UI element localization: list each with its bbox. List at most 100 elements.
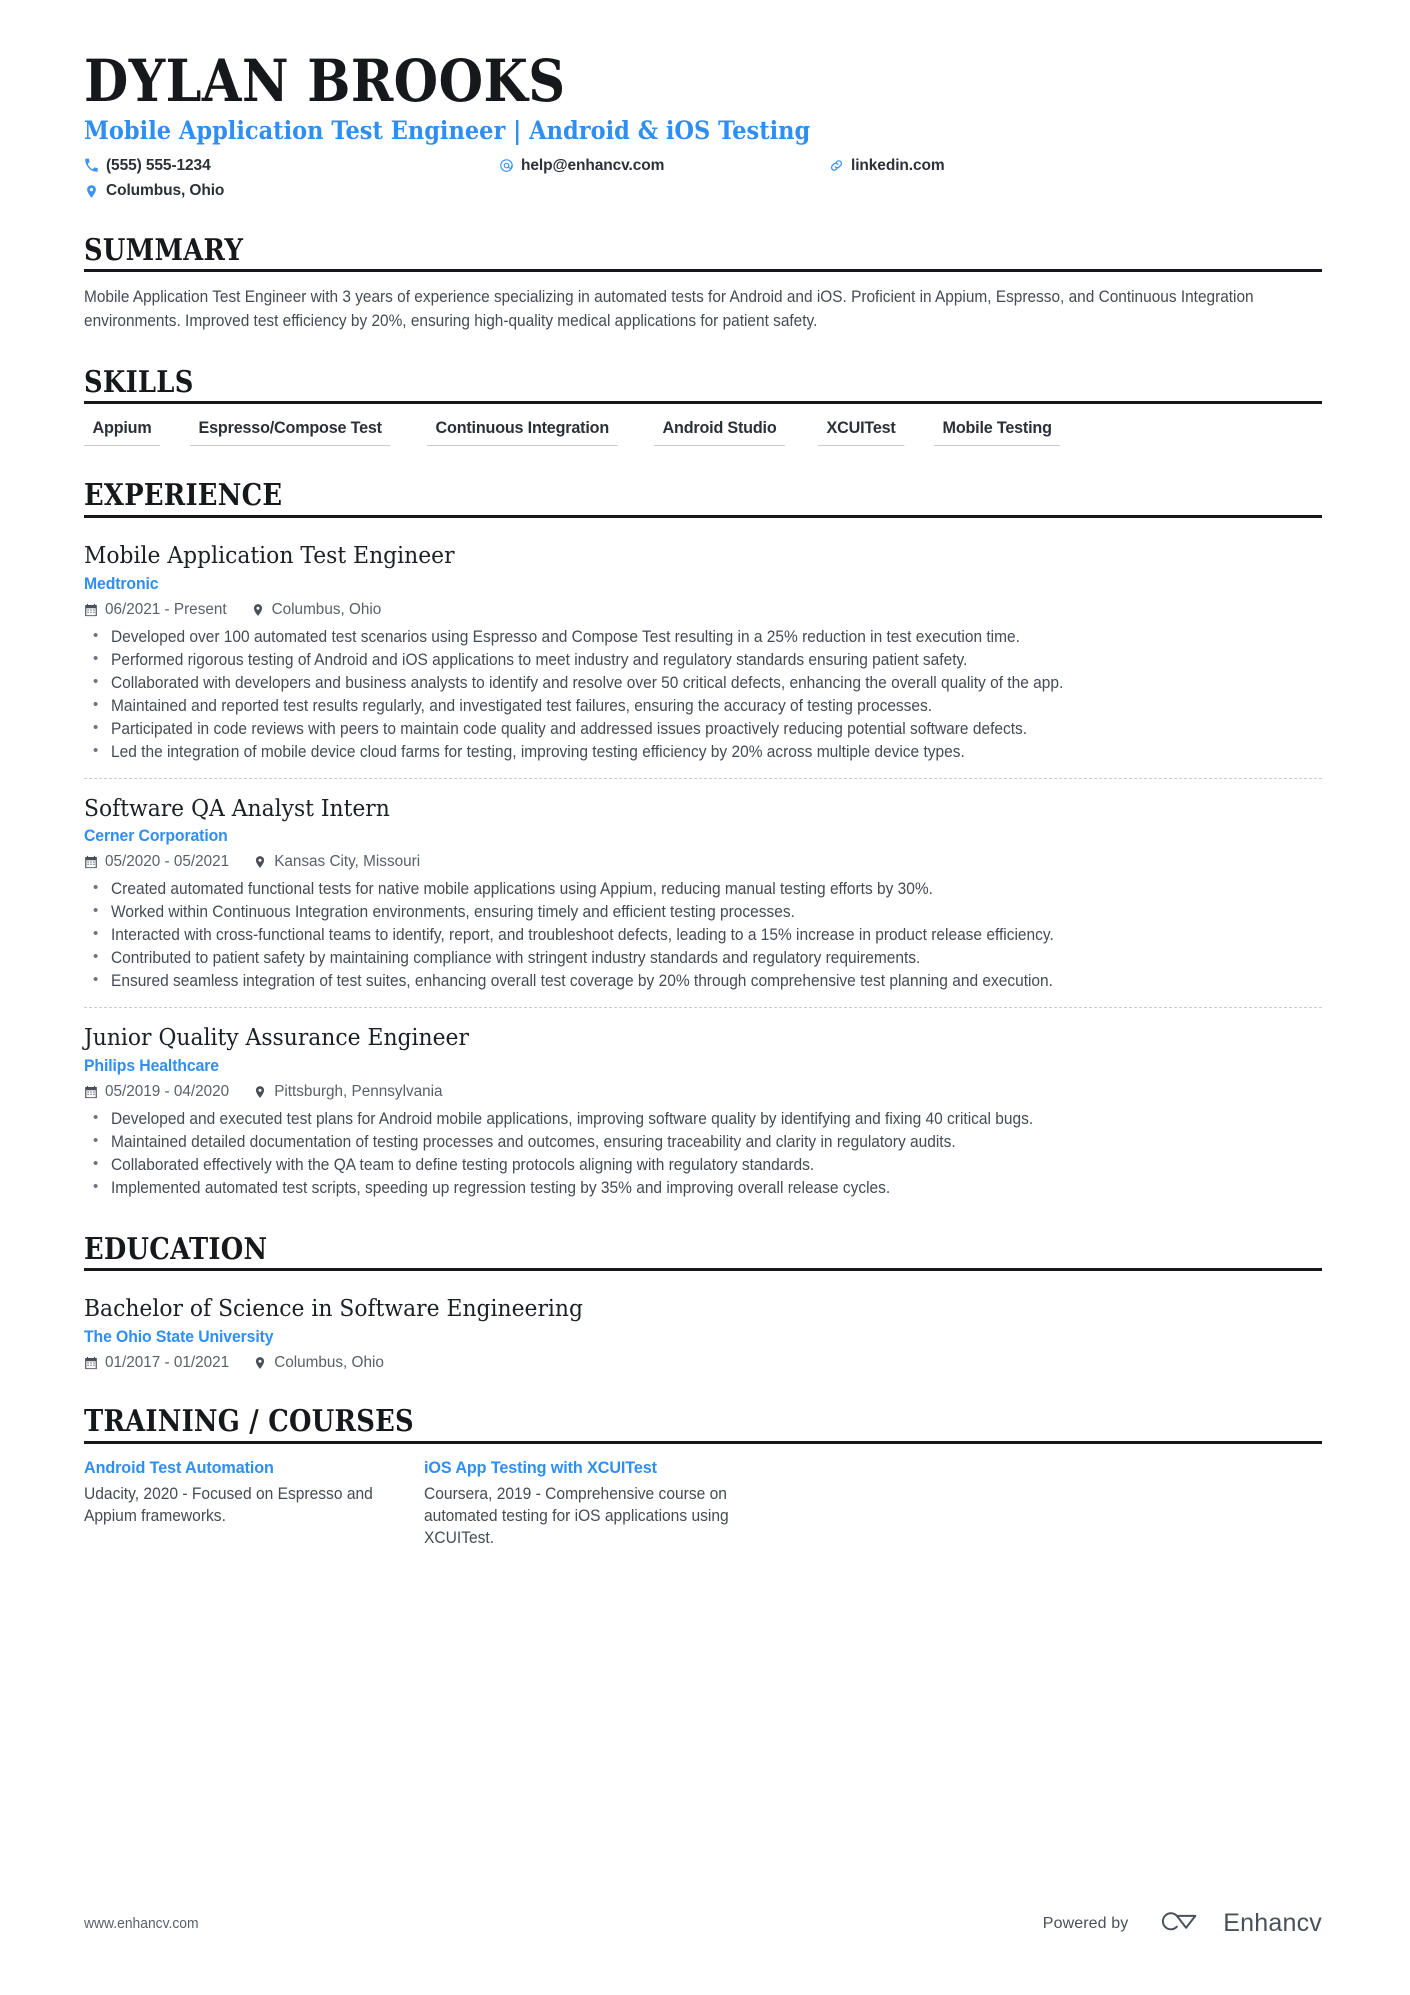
contact-list: (555) 555-1234 help@enhancv.com linkedin… bbox=[84, 157, 1044, 201]
job-location: Columbus, Ohio bbox=[251, 600, 382, 619]
training-item-description: Udacity, 2020 - Focused on Espresso and … bbox=[84, 1484, 373, 1525]
bullet-text: Implemented automated test scripts, spee… bbox=[111, 1178, 891, 1197]
bullet-text: Participated in code reviews with peers … bbox=[111, 719, 1028, 738]
company-name: Philips Healthcare bbox=[84, 1055, 219, 1075]
skill-tag: Android Studio bbox=[653, 418, 785, 447]
candidate-name: DYLAN BROOKS bbox=[84, 47, 566, 115]
location-icon bbox=[253, 1085, 267, 1099]
page-footer: www.enhancv.com Powered by Enhancv bbox=[84, 1906, 1322, 1941]
education-heading: EDUCATION bbox=[84, 1231, 268, 1267]
email-icon bbox=[499, 158, 514, 173]
phone-icon bbox=[84, 158, 99, 173]
bullet-text: Contributed to patient safety by maintai… bbox=[111, 949, 921, 968]
skill-tag: XCUITest bbox=[817, 418, 904, 447]
job-dates: 05/2020 - 05/2021 bbox=[84, 853, 229, 871]
link-icon bbox=[829, 158, 844, 173]
job-location: Pittsburgh, Pennsylvania bbox=[253, 1082, 443, 1101]
job-title: Junior Quality Assurance Engineer bbox=[84, 1023, 469, 1052]
section-training: TRAINING / COURSES Android Test Automati… bbox=[84, 1406, 1322, 1549]
skills-heading: SKILLS bbox=[84, 364, 194, 400]
enhancv-logo: Enhancv bbox=[1154, 1906, 1322, 1941]
bullet-item: Interacted with cross-functional teams t… bbox=[84, 924, 1322, 947]
bullet-text: Ensured seamless integration of test sui… bbox=[111, 972, 1053, 991]
skill-tag: Continuous Integration bbox=[427, 418, 618, 447]
resume-page: DYLAN BROOKS Mobile Application Test Eng… bbox=[0, 0, 1410, 1995]
bullet-text: Created automated functional tests for n… bbox=[111, 880, 933, 899]
powered-by-label: Powered by bbox=[1042, 1914, 1129, 1932]
location-icon bbox=[251, 603, 265, 617]
contact-email[interactable]: help@enhancv.com bbox=[499, 157, 829, 176]
experience-entry: Mobile Application Test Engineer Medtron… bbox=[84, 532, 1322, 764]
footer-website[interactable]: www.enhancv.com bbox=[84, 1916, 199, 1932]
bullet-text: Performed rigorous testing of Android an… bbox=[111, 650, 968, 669]
bullet-text: Worked within Continuous Integration env… bbox=[111, 903, 795, 922]
education-dates-text: 01/2017 - 01/2021 bbox=[105, 1354, 230, 1372]
bullet-item: Contributed to patient safety by maintai… bbox=[84, 947, 1322, 970]
education-location-text: Columbus, Ohio bbox=[274, 1354, 384, 1372]
location-icon bbox=[253, 855, 267, 869]
job-bullets: Developed over 100 automated test scenar… bbox=[84, 626, 1322, 764]
job-dates-text: 05/2019 - 04/2020 bbox=[105, 1082, 230, 1100]
location-icon bbox=[253, 1356, 267, 1370]
bullet-text: Maintained and reported test results reg… bbox=[111, 696, 933, 715]
bullet-item: Led the integration of mobile device clo… bbox=[84, 741, 1322, 764]
training-heading: TRAINING / COURSES bbox=[84, 1404, 414, 1440]
resume-content: DYLAN BROOKS Mobile Application Test Eng… bbox=[0, 0, 1410, 1550]
training-item: Android Test Automation Udacity, 2020 - … bbox=[84, 1458, 424, 1550]
training-item-title: iOS App Testing with XCUITest bbox=[424, 1457, 657, 1477]
candidate-headline: Mobile Application Test Engineer | Andro… bbox=[84, 116, 811, 146]
experience-entry: Junior Quality Assurance Engineer Philip… bbox=[84, 1007, 1322, 1200]
contact-linkedin[interactable]: linkedin.com bbox=[829, 157, 1044, 176]
bullet-text: Collaborated with developers and busines… bbox=[111, 673, 1064, 692]
education-dates: 01/2017 - 01/2021 bbox=[84, 1354, 229, 1372]
school-name: The Ohio State University bbox=[84, 1327, 274, 1347]
training-item-description: Coursera, 2019 - Comprehensive course on… bbox=[424, 1484, 729, 1547]
education-location: Columbus, Ohio bbox=[253, 1354, 384, 1372]
experience-heading: EXPERIENCE bbox=[84, 478, 283, 514]
bullet-item: Maintained detailed documentation of tes… bbox=[84, 1131, 1322, 1154]
company-name: Cerner Corporation bbox=[84, 826, 228, 846]
job-location-text: Columbus, Ohio bbox=[271, 600, 382, 618]
contact-phone[interactable]: (555) 555-1234 bbox=[84, 157, 499, 176]
education-meta: 01/2017 - 01/2021 Columbus, Ohio bbox=[84, 1354, 1322, 1372]
bullet-item: Developed over 100 automated test scenar… bbox=[84, 626, 1322, 649]
bullet-item: Maintained and reported test results reg… bbox=[84, 695, 1322, 718]
job-location-text: Kansas City, Missouri bbox=[274, 853, 421, 871]
bullet-text: Maintained detailed documentation of tes… bbox=[111, 1132, 956, 1151]
skills-rule bbox=[84, 401, 1322, 405]
skill-tag: Espresso/Compose Test bbox=[190, 418, 391, 447]
enhancv-mark-icon bbox=[1154, 1906, 1210, 1941]
summary-rule bbox=[84, 269, 1322, 273]
bullet-item: Developed and executed test plans for An… bbox=[84, 1108, 1322, 1131]
job-dates: 06/2021 - Present bbox=[84, 601, 227, 619]
contact-location: Columbus, Ohio bbox=[84, 182, 499, 201]
skills-list: Appium Espresso/Compose Test Continuous … bbox=[84, 418, 1322, 447]
job-meta: 06/2021 - Present Columbus, Ohio bbox=[84, 601, 1322, 619]
section-experience: EXPERIENCE Mobile Application Test Engin… bbox=[84, 480, 1322, 1199]
degree-title: Bachelor of Science in Software Engineer… bbox=[84, 1294, 583, 1323]
training-item: iOS App Testing with XCUITest Coursera, … bbox=[424, 1458, 764, 1550]
location-icon bbox=[84, 184, 99, 199]
job-meta: 05/2019 - 04/2020 Pittsburgh, Pennsylvan… bbox=[84, 1083, 1322, 1101]
bullet-item: Collaborated with developers and busines… bbox=[84, 672, 1322, 695]
training-item-title: Android Test Automation bbox=[84, 1457, 274, 1477]
job-dates-text: 06/2021 - Present bbox=[105, 600, 227, 618]
job-location-text: Pittsburgh, Pennsylvania bbox=[274, 1082, 443, 1100]
bullet-text: Developed and executed test plans for An… bbox=[111, 1109, 1034, 1128]
bullet-item: Ensured seamless integration of test sui… bbox=[84, 970, 1322, 993]
contact-linkedin-text: linkedin.com bbox=[851, 156, 945, 174]
job-title: Mobile Application Test Engineer bbox=[84, 540, 455, 569]
training-rule bbox=[84, 1440, 1322, 1444]
summary-heading: SUMMARY bbox=[84, 232, 244, 268]
bullet-item: Created automated functional tests for n… bbox=[84, 878, 1322, 901]
education-rule bbox=[84, 1268, 1322, 1272]
summary-text: Mobile Application Test Engineer with 3 … bbox=[84, 288, 1254, 330]
section-summary: SUMMARY Mobile Application Test Engineer… bbox=[84, 235, 1322, 333]
education-entry: Bachelor of Science in Software Engineer… bbox=[84, 1285, 1322, 1372]
enhancv-wordmark: Enhancv bbox=[1223, 1909, 1322, 1937]
section-skills: SKILLS Appium Espresso/Compose Test Cont… bbox=[84, 367, 1322, 447]
footer-branding: Powered by Enhancv bbox=[1043, 1906, 1322, 1941]
job-bullets: Developed and executed test plans for An… bbox=[84, 1108, 1322, 1200]
contact-email-text: help@enhancv.com bbox=[521, 156, 665, 174]
calendar-icon bbox=[84, 603, 98, 617]
